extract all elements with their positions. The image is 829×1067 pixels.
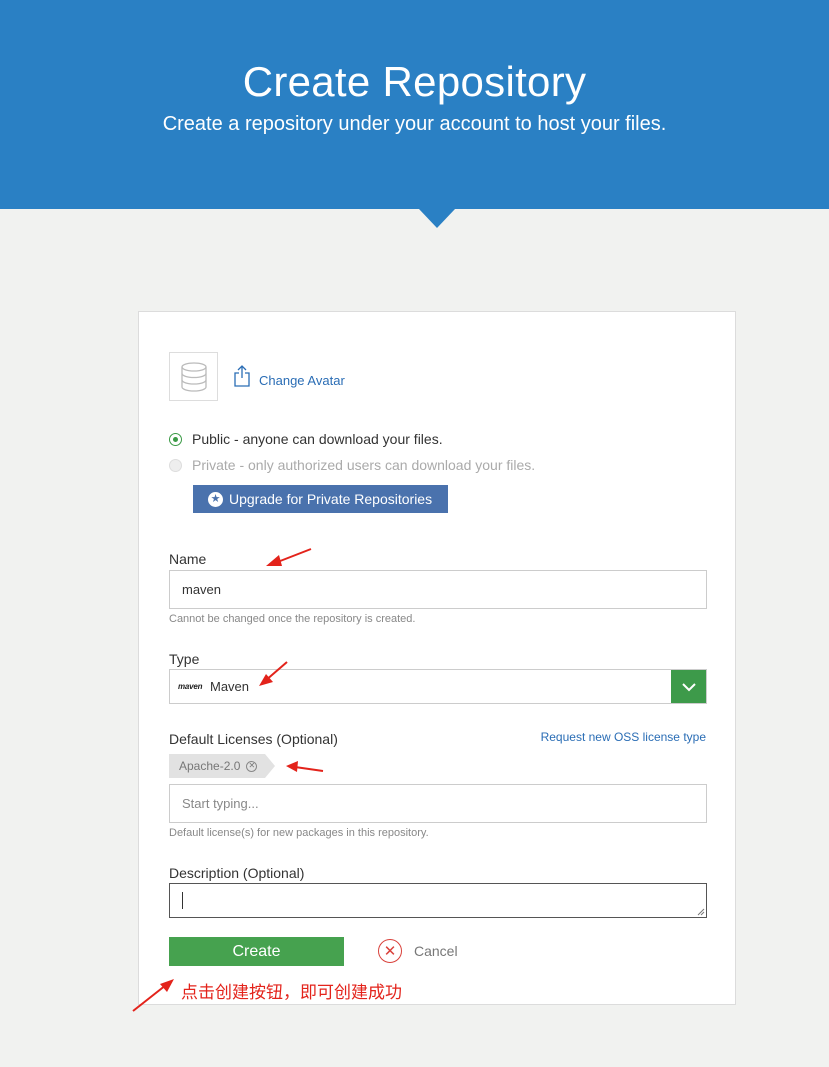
maven-logo: maven: [178, 682, 203, 691]
upload-icon[interactable]: [233, 364, 251, 388]
close-icon: ✕: [378, 939, 402, 963]
description-textarea[interactable]: [169, 883, 707, 918]
name-input[interactable]: maven: [169, 570, 707, 609]
upgrade-button-label: Upgrade for Private Repositories: [229, 491, 433, 507]
description-label: Description (Optional): [169, 865, 305, 881]
type-selected-value: Maven: [210, 679, 250, 694]
change-avatar-link[interactable]: Change Avatar: [259, 373, 345, 388]
page-subtitle: Create a repository under your account t…: [162, 113, 667, 135]
licenses-label: Default Licenses (Optional): [169, 731, 338, 747]
private-radio: [169, 458, 182, 472]
create-repository-form: Change Avatar Public - anyone can downlo…: [138, 311, 736, 1005]
text-caret: [182, 892, 183, 909]
type-label: Type: [169, 651, 200, 667]
name-help-text: Cannot be changed once the repository is…: [169, 613, 416, 625]
page-header: Create Repository Create a repository un…: [0, 0, 829, 209]
chevron-down-icon: [681, 682, 696, 691]
licenses-help-text: Default license(s) for new packages in t…: [169, 827, 429, 839]
star-icon: ★: [208, 491, 223, 507]
name-label: Name: [169, 551, 207, 567]
visibility-private-option: Private - only authorized users can down…: [169, 457, 535, 473]
cancel-button[interactable]: ✕ Cancel: [378, 939, 458, 963]
license-search-input[interactable]: Start typing...: [169, 784, 707, 823]
visibility-public-option[interactable]: Public - anyone can download your files.: [169, 431, 443, 447]
public-radio[interactable]: [169, 432, 182, 446]
private-radio-label: Private - only authorized users can down…: [192, 457, 536, 473]
license-tag: Apache-2.0 ✕: [169, 754, 276, 778]
create-button[interactable]: Create: [169, 937, 344, 966]
public-radio-label: Public - anyone can download your files.: [192, 431, 443, 447]
type-dropdown-toggle[interactable]: [671, 670, 706, 703]
resize-grip-icon[interactable]: [697, 908, 705, 916]
remove-tag-icon[interactable]: ✕: [246, 760, 258, 772]
upgrade-private-button[interactable]: ★ Upgrade for Private Repositories: [193, 485, 448, 513]
page-title: Create Repository: [242, 58, 587, 105]
repository-avatar[interactable]: [169, 352, 218, 401]
request-license-link[interactable]: Request new OSS license type: [541, 730, 706, 744]
database-icon: [180, 361, 207, 392]
cancel-label: Cancel: [414, 943, 458, 959]
type-select[interactable]: maven Maven: [169, 669, 707, 704]
header-notch: [419, 209, 455, 228]
annotation-note: 点击创建按钮，即可创建成功: [181, 983, 402, 1003]
license-tag-label: Apache-2.0: [179, 759, 241, 773]
